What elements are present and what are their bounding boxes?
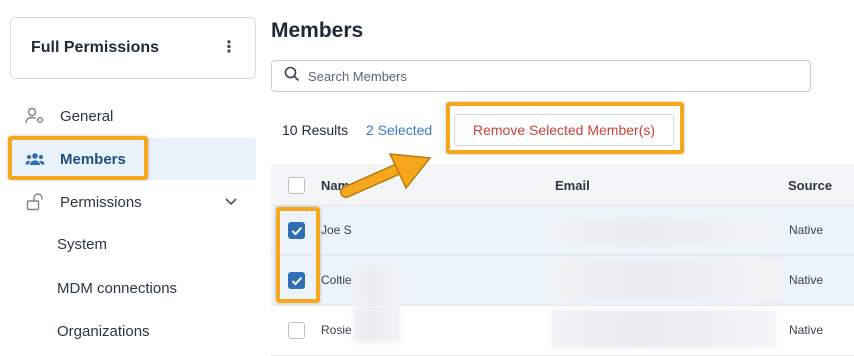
group-icon [24, 150, 46, 168]
redacted-email [551, 310, 776, 348]
sidebar-item-label: Members [60, 150, 126, 168]
sidebar-subitem-system[interactable]: System [57, 236, 107, 253]
member-source: Native [789, 323, 824, 337]
pointer-arrow-icon [340, 153, 432, 198]
selected-count[interactable]: 2 Selected [366, 122, 432, 138]
role-title: Full Permissions [31, 39, 160, 56]
search-box [271, 60, 811, 92]
results-count: 10 Results [282, 122, 349, 138]
column-header-source[interactable]: Source [788, 178, 832, 193]
member-name: Rosie [321, 323, 352, 337]
page-title: Members [271, 19, 364, 42]
redacted-email [551, 260, 781, 300]
sidebar-item-label: Permissions [60, 193, 142, 211]
redacted-name [353, 306, 401, 342]
column-header-email[interactable]: Email [555, 178, 590, 193]
more-options-icon[interactable]: ⋮ [221, 40, 237, 56]
sidebar-item-general[interactable]: General [10, 95, 256, 137]
member-source: Native [789, 273, 824, 287]
table-row[interactable]: Coltie Native [271, 256, 854, 306]
redacted-email [551, 218, 776, 246]
redacted-name [353, 266, 401, 304]
table-row[interactable]: Joe S Native [271, 206, 854, 256]
sidebar-item-permissions[interactable]: Permissions [10, 181, 256, 223]
row-checkbox[interactable] [288, 322, 305, 339]
lock-icon [24, 193, 46, 211]
member-name: Joe S [321, 223, 352, 237]
sidebar-item-members[interactable]: Members [10, 138, 256, 180]
search-input[interactable] [308, 68, 788, 84]
sidebar-subitem-mdm-connections[interactable]: MDM connections [57, 280, 177, 297]
row-checkbox[interactable] [288, 222, 305, 239]
role-card: Full Permissions ⋮ [10, 17, 256, 79]
sidebar-item-label: General [60, 107, 114, 125]
select-all-checkbox[interactable] [288, 177, 305, 194]
search-icon [284, 66, 300, 87]
member-name: Coltie [321, 273, 352, 287]
chevron-down-icon[interactable] [224, 194, 238, 212]
row-checkbox[interactable] [288, 272, 305, 289]
member-source: Native [789, 223, 824, 237]
table-row[interactable]: Rosie Native [271, 306, 854, 356]
user-settings-icon [24, 107, 46, 125]
remove-selected-members-button[interactable]: Remove Selected Member(s) [454, 114, 674, 146]
sidebar-subitem-organizations[interactable]: Organizations [57, 323, 150, 340]
